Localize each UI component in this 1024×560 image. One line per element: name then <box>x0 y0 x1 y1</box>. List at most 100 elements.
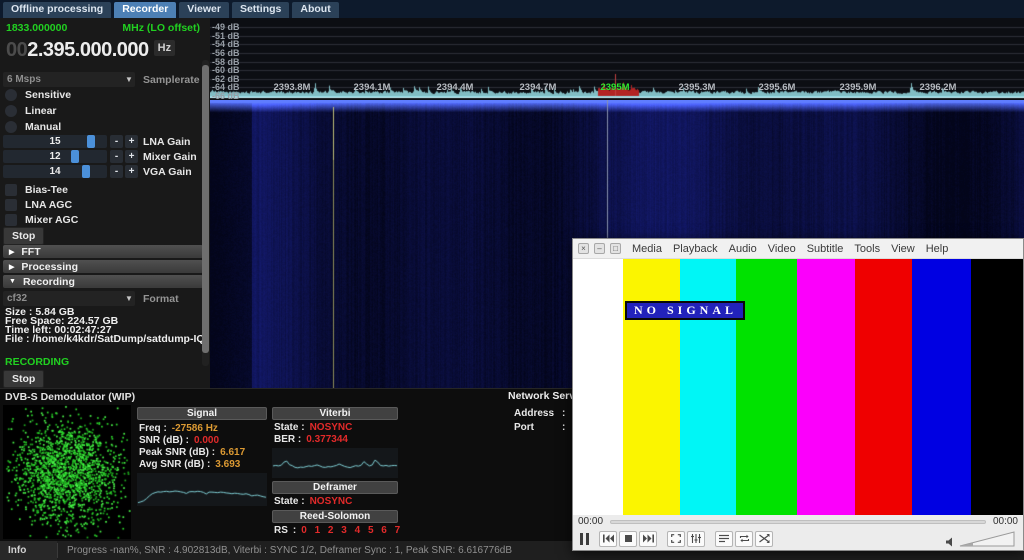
radio-icon[interactable] <box>5 105 17 117</box>
mixer-gain-decrement-button[interactable]: - <box>110 150 123 163</box>
menu-playback[interactable]: Playback <box>673 243 718 255</box>
address-label: Address <box>514 408 562 419</box>
menu-media[interactable]: Media <box>632 243 662 255</box>
freq-axis-tick: 2393.8M <box>262 82 322 93</box>
vlc-video-area[interactable]: NO SIGNAL <box>573 259 1023 515</box>
lna-gain-increment-button[interactable]: + <box>125 135 138 148</box>
pause-button[interactable] <box>580 533 589 545</box>
color-bar <box>855 259 912 515</box>
radio-sensitive[interactable]: Sensitive <box>5 88 71 101</box>
maximize-icon[interactable]: □ <box>610 243 621 254</box>
section-processing[interactable]: ▶ Processing <box>3 260 203 273</box>
next-button[interactable] <box>639 531 657 547</box>
viterbi-ber-row: BER : 0.377344 <box>274 434 348 445</box>
samplerate-select[interactable]: 6 Msps <box>3 72 135 87</box>
chevron-down-icon[interactable]: ▼ <box>125 294 133 303</box>
lna-gain-slider[interactable]: 15 <box>3 135 107 148</box>
deframer-state-label: State : <box>274 496 305 507</box>
tab-about[interactable]: About <box>292 2 338 18</box>
vlc-menu-bar: Media Playback Audio Video Subtitle Tool… <box>632 243 948 255</box>
signal-avg-snr-row: Avg SNR (dB) : 3.693 <box>139 459 240 470</box>
close-icon[interactable]: × <box>578 243 589 254</box>
previous-button[interactable] <box>599 531 617 547</box>
frequency-value[interactable]: 2.395.000.000 <box>27 39 148 61</box>
chevron-down-icon[interactable]: ▼ <box>125 75 133 84</box>
stop-recording-button[interactable]: Stop <box>3 370 44 388</box>
color-bar <box>623 259 681 515</box>
menu-tools[interactable]: Tools <box>854 243 880 255</box>
recording-status-badge: RECORDING <box>5 356 69 368</box>
vga-gain-value: 14 <box>3 166 107 177</box>
radio-linear-label: Linear <box>25 105 57 117</box>
freq-axis-tick: 2395.3M <box>667 82 727 93</box>
tab-recorder[interactable]: Recorder <box>114 2 176 18</box>
color-bar <box>736 259 796 515</box>
color-bar <box>912 259 971 515</box>
snr-history-chart <box>137 473 267 506</box>
minimize-icon[interactable]: – <box>594 243 605 254</box>
menu-audio[interactable]: Audio <box>729 243 757 255</box>
format-label: Format <box>143 293 179 305</box>
sidebar-scrollbar[interactable] <box>202 60 209 366</box>
vlc-titlebar[interactable]: × – □ Media Playback Audio Video Subtitl… <box>573 239 1023 259</box>
stop-playback-button[interactable] <box>619 531 637 547</box>
tab-viewer[interactable]: Viewer <box>179 2 229 18</box>
viterbi-ber-label: BER : <box>274 434 301 445</box>
loop-button[interactable] <box>735 531 753 547</box>
scrollbar-thumb[interactable] <box>202 65 209 353</box>
volume-slider[interactable] <box>959 531 1015 547</box>
lna-gain-decrement-button[interactable]: - <box>110 135 123 148</box>
checkbox-mixer-agc[interactable]: Mixer AGC <box>5 213 78 226</box>
mixer-gain-increment-button[interactable]: + <box>125 150 138 163</box>
mixer-gain-slider[interactable]: 12 <box>3 150 107 163</box>
shuffle-button[interactable] <box>755 531 773 547</box>
lo-frequency-value[interactable]: 1833.000000 <box>6 22 67 34</box>
rs-values: 0 1 2 3 4 5 6 7 <box>301 525 400 536</box>
freq-axis-tick: 2395.9M <box>828 82 888 93</box>
checkbox-icon[interactable] <box>5 184 17 196</box>
fullscreen-button[interactable] <box>667 531 685 547</box>
mixer-gain-value: 12 <box>3 151 107 162</box>
signal-peak-snr-label: Peak SNR (dB) : <box>139 447 215 458</box>
section-recording[interactable]: ▼ Recording <box>3 275 203 288</box>
menu-help[interactable]: Help <box>926 243 949 255</box>
status-text: Progress -nan%, SNR : 4.902813dB, Viterb… <box>67 541 512 560</box>
radio-manual[interactable]: Manual <box>5 120 61 133</box>
freq-axis-tick: 2394.4M <box>425 82 485 93</box>
menu-view[interactable]: View <box>891 243 915 255</box>
vlc-controls <box>573 528 1023 549</box>
speaker-icon[interactable] <box>946 537 955 547</box>
lna-agc-label: LNA AGC <box>25 199 72 211</box>
checkbox-icon[interactable] <box>5 214 17 226</box>
deframer-panel-header: Deframer <box>272 481 398 494</box>
section-fft[interactable]: ▶ FFT <box>3 245 203 258</box>
signal-peak-snr-row: Peak SNR (dB) : 6.617 <box>139 447 245 458</box>
checkbox-lna-agc[interactable]: LNA AGC <box>5 198 72 211</box>
tab-bar: Offline processing Recorder Viewer Setti… <box>0 0 1024 18</box>
vga-gain-decrement-button[interactable]: - <box>110 165 123 178</box>
stop-source-button[interactable]: Stop <box>3 227 44 245</box>
radio-icon[interactable] <box>5 121 17 133</box>
tab-settings[interactable]: Settings <box>232 2 289 18</box>
mixer-gain-label: Mixer Gain <box>143 151 197 163</box>
rs-label: RS <box>274 525 288 536</box>
vga-gain-slider[interactable]: 14 <box>3 165 107 178</box>
statusbar-divider <box>57 543 58 558</box>
radio-icon[interactable] <box>5 89 17 101</box>
seek-bar[interactable] <box>610 520 986 524</box>
format-select[interactable]: cf32 <box>3 291 135 306</box>
viterbi-panel-header: Viterbi <box>272 407 398 420</box>
menu-subtitle[interactable]: Subtitle <box>807 243 844 255</box>
extended-settings-button[interactable] <box>687 531 705 547</box>
frequency-display[interactable]: 002.395.000.000Hz <box>6 39 175 62</box>
menu-video[interactable]: Video <box>768 243 796 255</box>
radio-linear[interactable]: Linear <box>5 104 57 117</box>
checkbox-icon[interactable] <box>5 199 17 211</box>
frequency-leading-zeros: 00 <box>6 39 27 61</box>
fft-spectrum: -49 dB -51 dB -54 dB -56 dB -58 dB -60 d… <box>210 18 1024 100</box>
checkbox-bias-tee[interactable]: Bias-Tee <box>5 183 68 196</box>
reed-solomon-row: RS : 0 1 2 3 4 5 6 7 <box>274 525 400 536</box>
vga-gain-increment-button[interactable]: + <box>125 165 138 178</box>
tab-offline-processing[interactable]: Offline processing <box>3 2 111 18</box>
playlist-button[interactable] <box>715 531 733 547</box>
